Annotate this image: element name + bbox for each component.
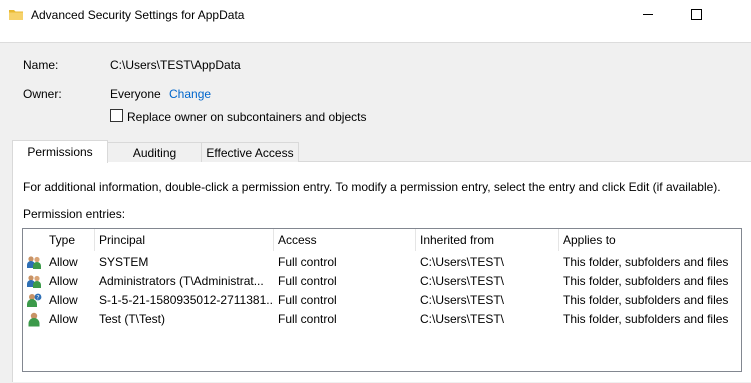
permission-entry-row[interactable]: ? Allow S-1-5-21-1580935012-2711381... F…: [23, 291, 741, 310]
permission-entry-row[interactable]: Allow Administrators (T\Administrat... F…: [23, 272, 741, 291]
entry-inherited-from: C:\Users\TEST\: [420, 274, 505, 288]
group-users-icon: [27, 256, 41, 269]
replace-owner-label[interactable]: Replace owner on subcontainers and objec…: [127, 110, 366, 124]
owner-value: Everyone: [110, 87, 161, 101]
entry-applies-to: This folder, subfolders and files: [563, 255, 729, 269]
group-users-icon: [27, 275, 41, 288]
name-value: C:\Users\TEST\AppData: [110, 58, 241, 72]
entry-principal: S-1-5-21-1580935012-2711381...: [99, 293, 274, 307]
change-owner-link[interactable]: Change: [169, 87, 211, 101]
entry-applies-to: This folder, subfolders and files: [563, 293, 729, 307]
entry-type: Allow: [49, 255, 78, 269]
list-header: Type Principal Access Inherited from App…: [23, 229, 741, 251]
minimize-icon: [643, 14, 653, 15]
maximize-button[interactable]: [673, 0, 719, 29]
entry-applies-to: This folder, subfolders and files: [563, 274, 729, 288]
entry-access: Full control: [278, 274, 337, 288]
permission-entry-row[interactable]: Allow Test (T\Test) Full control C:\User…: [23, 310, 741, 329]
column-header-principal[interactable]: Principal: [95, 229, 274, 251]
entry-inherited-from: C:\Users\TEST\: [420, 293, 505, 307]
entry-access: Full control: [278, 312, 337, 326]
entry-applies-to: This folder, subfolders and files: [563, 312, 729, 326]
entry-inherited-from: C:\Users\TEST\: [420, 312, 505, 326]
entry-type: Allow: [49, 274, 78, 288]
permission-entry-row[interactable]: Allow SYSTEM Full control C:\Users\TEST\…: [23, 253, 741, 272]
column-header-applies-to[interactable]: Applies to: [559, 229, 741, 251]
svg-text:?: ?: [36, 294, 39, 301]
column-header-type[interactable]: Type: [45, 229, 95, 251]
entry-inherited-from: C:\Users\TEST\: [420, 255, 505, 269]
permission-entries-list[interactable]: Type Principal Access Inherited from App…: [22, 228, 742, 372]
unknown-user-icon: ?: [27, 293, 42, 307]
minimize-button[interactable]: [625, 0, 671, 29]
info-text: For additional information, double-click…: [23, 180, 721, 194]
title-bar: Advanced Security Settings for AppData: [0, 0, 751, 31]
name-label: Name:: [23, 58, 59, 72]
entry-access: Full control: [278, 293, 337, 307]
maximize-icon: [690, 9, 702, 20]
entry-access: Full control: [278, 255, 337, 269]
entry-principal: SYSTEM: [99, 255, 149, 269]
column-header-access[interactable]: Access: [274, 229, 416, 251]
permission-entries-label: Permission entries:: [23, 207, 126, 221]
user-icon: [28, 312, 40, 327]
entry-type: Allow: [49, 312, 78, 326]
tab-permissions[interactable]: Permissions: [12, 140, 108, 163]
owner-label: Owner:: [23, 87, 62, 101]
entry-principal: Administrators (T\Administrat...: [99, 274, 264, 288]
entry-type: Allow: [49, 293, 78, 307]
tab-auditing[interactable]: Auditing: [106, 142, 203, 162]
window-title: Advanced Security Settings for AppData: [31, 8, 245, 22]
folder-icon: [9, 10, 23, 20]
entry-principal: Test (T\Test): [99, 312, 166, 326]
replace-owner-checkbox[interactable]: [110, 109, 123, 122]
column-header-inherited-from[interactable]: Inherited from: [416, 229, 559, 251]
tab-effective-access[interactable]: Effective Access: [201, 142, 299, 162]
